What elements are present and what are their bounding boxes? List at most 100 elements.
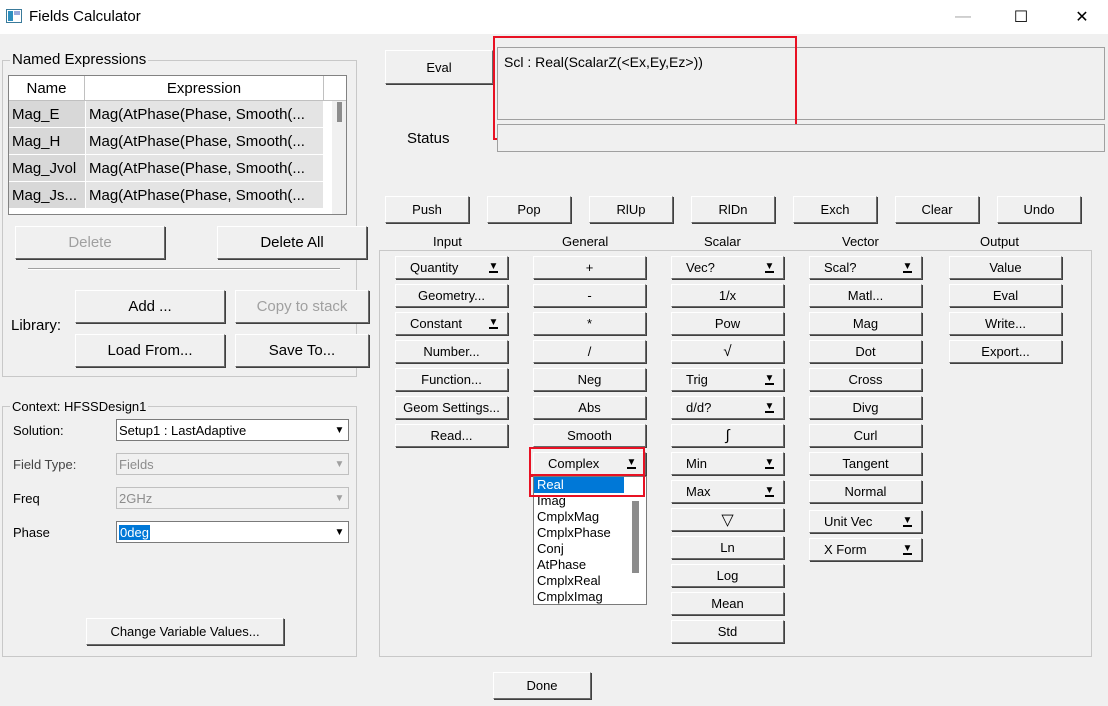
context-label: Context: HFSSDesign1 [10, 399, 149, 414]
complex-option-cmplxphase[interactable]: CmplxPhase [534, 525, 646, 541]
complex-option-cmplxmag[interactable]: CmplxMag [534, 509, 646, 525]
quantity-label: Quantity [410, 260, 459, 275]
divide-operator-button[interactable]: / [533, 340, 646, 363]
max-label: Max [686, 484, 711, 499]
row-name: Mag_E [9, 101, 86, 127]
change-variable-values-button[interactable]: Change Variable Values... [86, 618, 284, 645]
curl-button[interactable]: Curl [809, 424, 922, 447]
output-eval-button[interactable]: Eval [949, 284, 1062, 307]
drop-arrow-icon: ▼ [764, 485, 775, 496]
column-header-name[interactable]: Name [9, 76, 85, 100]
load-from-button[interactable]: Load From... [75, 334, 225, 367]
quantity-dropdown[interactable]: Quantity ▼ [395, 256, 508, 279]
pow-button[interactable]: Pow [671, 312, 784, 335]
push-button[interactable]: Push [385, 196, 469, 223]
status-label: Status [407, 130, 450, 147]
read-button[interactable]: Read... [395, 424, 508, 447]
pop-button[interactable]: Pop [487, 196, 571, 223]
trig-dropdown[interactable]: Trig ▼ [671, 368, 784, 391]
negate-button[interactable]: Neg [533, 368, 646, 391]
add-button[interactable]: Add ... [75, 290, 225, 323]
unit-vec-label: Unit Vec [824, 514, 873, 529]
max-dropdown[interactable]: Max ▼ [671, 480, 784, 503]
number-button[interactable]: Number... [395, 340, 508, 363]
field-type-select[interactable]: Fields ▼ [116, 453, 349, 475]
value-button[interactable]: Value [949, 256, 1062, 279]
table-row[interactable]: Mag_E Mag(AtPhase(Phase, Smooth(... [9, 101, 346, 128]
delete-all-button[interactable]: Delete All [217, 226, 367, 259]
named-expressions-table[interactable]: Name Expression Mag_E Mag(AtPhase(Phase,… [8, 75, 347, 215]
exchange-button[interactable]: Exch [793, 196, 877, 223]
abs-button[interactable]: Abs [533, 396, 646, 419]
roll-up-button[interactable]: RlUp [589, 196, 673, 223]
save-to-button[interactable]: Save To... [235, 334, 369, 367]
table-row[interactable]: Mag_H Mag(AtPhase(Phase, Smooth(... [9, 128, 346, 155]
highlight-box [529, 474, 645, 497]
divg-button[interactable]: Divg [809, 396, 922, 419]
complex-option-atphase[interactable]: AtPhase [534, 557, 646, 573]
reciprocal-button[interactable]: 1/x [671, 284, 784, 307]
normal-button[interactable]: Normal [809, 480, 922, 503]
sqrt-button[interactable]: √ [671, 340, 784, 363]
chevron-down-icon: ▼ [334, 424, 345, 436]
geometry-button[interactable]: Geometry... [395, 284, 508, 307]
subtract-operator-button[interactable]: - [533, 284, 646, 307]
column-header-expression[interactable]: Expression [85, 76, 324, 100]
function-button[interactable]: Function... [395, 368, 508, 391]
ln-button[interactable]: Ln [671, 536, 784, 559]
scal-dropdown[interactable]: Scal? ▼ [809, 256, 922, 279]
matl-button[interactable]: Matl... [809, 284, 922, 307]
add-operator-button[interactable]: + [533, 256, 646, 279]
table-row[interactable]: Mag_Jvol Mag(AtPhase(Phase, Smooth(... [9, 155, 346, 182]
std-button[interactable]: Std [671, 620, 784, 643]
log-button[interactable]: Log [671, 564, 784, 587]
tangent-button[interactable]: Tangent [809, 452, 922, 475]
copy-to-stack-button[interactable]: Copy to stack [235, 290, 369, 323]
solution-label: Solution: [13, 423, 64, 438]
gradient-button[interactable]: ▽ [671, 508, 784, 531]
drop-arrow-icon: ▼ [764, 373, 775, 384]
drop-arrow-icon: ▼ [764, 401, 775, 412]
min-dropdown[interactable]: Min ▼ [671, 452, 784, 475]
complex-option-conj[interactable]: Conj [534, 541, 646, 557]
clear-button[interactable]: Clear [895, 196, 979, 223]
dot-button[interactable]: Dot [809, 340, 922, 363]
phase-select[interactable]: 0deg ▼ [116, 521, 349, 543]
done-button[interactable]: Done [493, 672, 591, 699]
export-button[interactable]: Export... [949, 340, 1062, 363]
unit-vec-dropdown[interactable]: Unit Vec ▼ [809, 510, 922, 533]
table-row[interactable]: Mag_Js... Mag(AtPhase(Phase, Smooth(... [9, 182, 346, 209]
eval-button[interactable]: Eval [385, 50, 493, 84]
maximize-button[interactable]: ☐ [994, 0, 1048, 34]
write-button[interactable]: Write... [949, 312, 1062, 335]
complex-option-cmplxreal[interactable]: CmplxReal [534, 573, 646, 589]
undo-button[interactable]: Undo [997, 196, 1081, 223]
table-scrollbar-thumb[interactable] [337, 102, 342, 122]
integral-button[interactable]: ∫ [671, 424, 784, 447]
roll-down-button[interactable]: RlDn [691, 196, 775, 223]
xform-dropdown[interactable]: X Form ▼ [809, 538, 922, 561]
drop-arrow-icon: ▼ [902, 543, 913, 554]
scalar-section-label: Scalar [704, 234, 741, 249]
geom-settings-button[interactable]: Geom Settings... [395, 396, 508, 419]
constant-dropdown[interactable]: Constant ▼ [395, 312, 508, 335]
mean-button[interactable]: Mean [671, 592, 784, 615]
scal-label: Scal? [824, 260, 857, 275]
smooth-button[interactable]: Smooth [533, 424, 646, 447]
minimize-button[interactable]: — [936, 0, 990, 34]
chevron-down-icon: ▼ [334, 526, 345, 538]
complex-option-cmplximag[interactable]: CmplxImag [534, 589, 646, 605]
close-button[interactable]: ✕ [1055, 0, 1108, 34]
delete-button[interactable]: Delete [15, 226, 165, 259]
drop-arrow-icon: ▼ [488, 261, 499, 272]
mag-button[interactable]: Mag [809, 312, 922, 335]
solution-select[interactable]: Setup1 : LastAdaptive ▼ [116, 419, 349, 441]
vec-dropdown[interactable]: Vec? ▼ [671, 256, 784, 279]
freq-select[interactable]: 2GHz ▼ [116, 487, 349, 509]
field-type-value: Fields [119, 456, 154, 472]
derivative-dropdown[interactable]: d/d? ▼ [671, 396, 784, 419]
multiply-operator-button[interactable]: * [533, 312, 646, 335]
row-expression: Mag(AtPhase(Phase, Smooth(... [86, 128, 324, 154]
list-scrollbar-thumb[interactable] [632, 501, 639, 573]
cross-button[interactable]: Cross [809, 368, 922, 391]
